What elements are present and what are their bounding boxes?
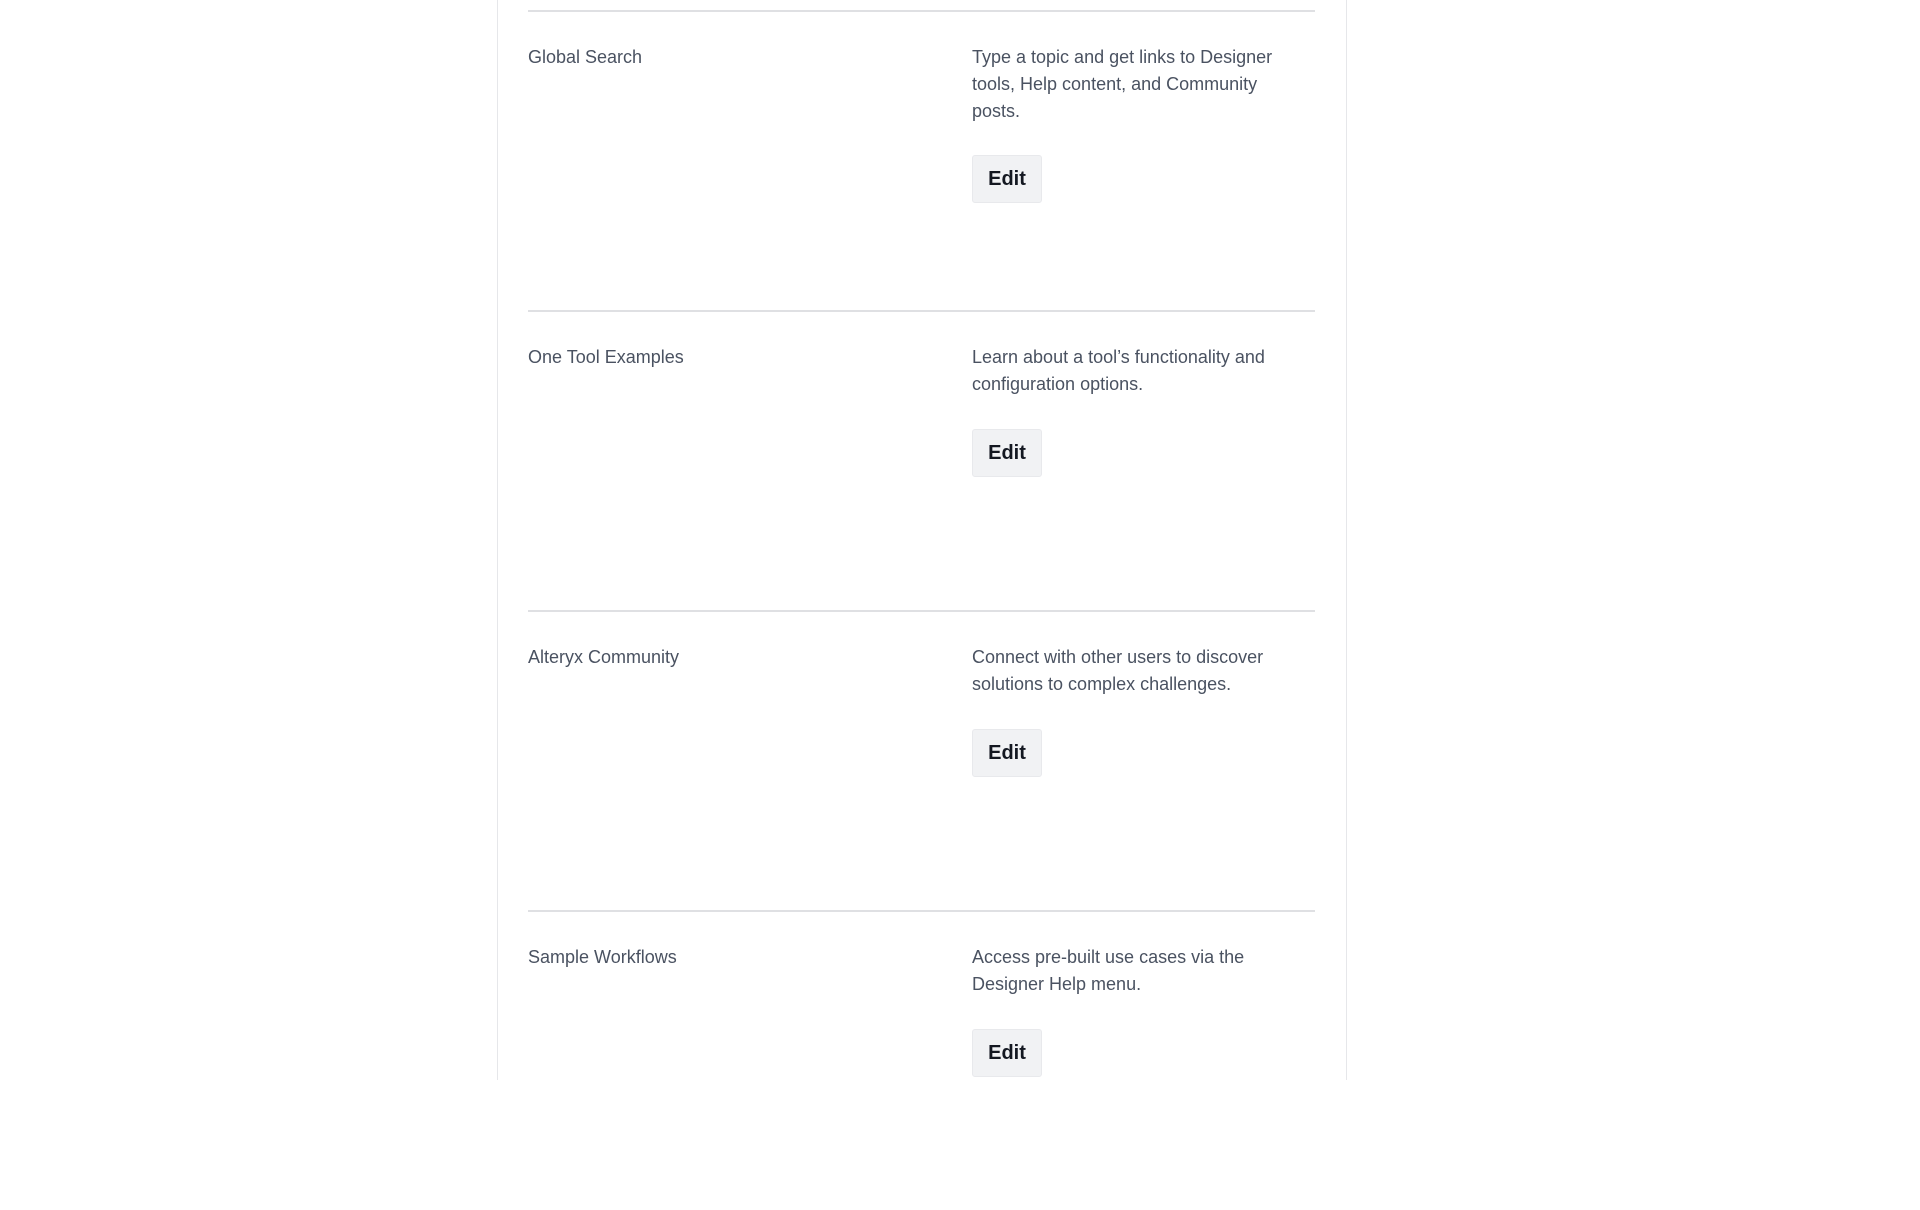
feature-description: Type a topic and get links to Designer t…: [972, 47, 1273, 121]
feature-description: Learn about a tool’s functionality and c…: [972, 347, 1265, 394]
feature-title: Alteryx Community: [528, 647, 680, 667]
feature-row-alteryx-community: Alteryx Community Connect with other use…: [528, 610, 1315, 910]
feature-description-block: Connect with other users to discover sol…: [972, 644, 1302, 777]
feature-description-block: Access pre-built use cases via the Desig…: [972, 944, 1302, 1077]
edit-sample-workflows-button[interactable]: Edit: [972, 1029, 1042, 1077]
feature-list: Global Search Type a topic and get links…: [528, 10, 1315, 1210]
edit-one-tool-examples-button[interactable]: Edit: [972, 429, 1042, 477]
feature-row-sample-workflows: Sample Workflows Access pre-built use ca…: [528, 910, 1315, 1210]
feature-description: Connect with other users to discover sol…: [972, 647, 1264, 694]
feature-row-global-search: Global Search Type a topic and get links…: [528, 10, 1315, 310]
feature-title: One Tool Examples: [528, 347, 684, 367]
feature-row-one-tool-examples: One Tool Examples Learn about a tool’s f…: [528, 310, 1315, 610]
content-panel: Global Search Type a topic and get links…: [497, 0, 1347, 1080]
feature-description: Access pre-built use cases via the Desig…: [972, 947, 1245, 994]
feature-description-block: Learn about a tool’s functionality and c…: [972, 344, 1302, 477]
feature-description-block: Type a topic and get links to Designer t…: [972, 44, 1302, 203]
feature-title: Sample Workflows: [528, 947, 677, 967]
feature-title: Global Search: [528, 47, 643, 67]
edit-alteryx-community-button[interactable]: Edit: [972, 729, 1042, 777]
edit-global-search-button[interactable]: Edit: [972, 155, 1042, 203]
